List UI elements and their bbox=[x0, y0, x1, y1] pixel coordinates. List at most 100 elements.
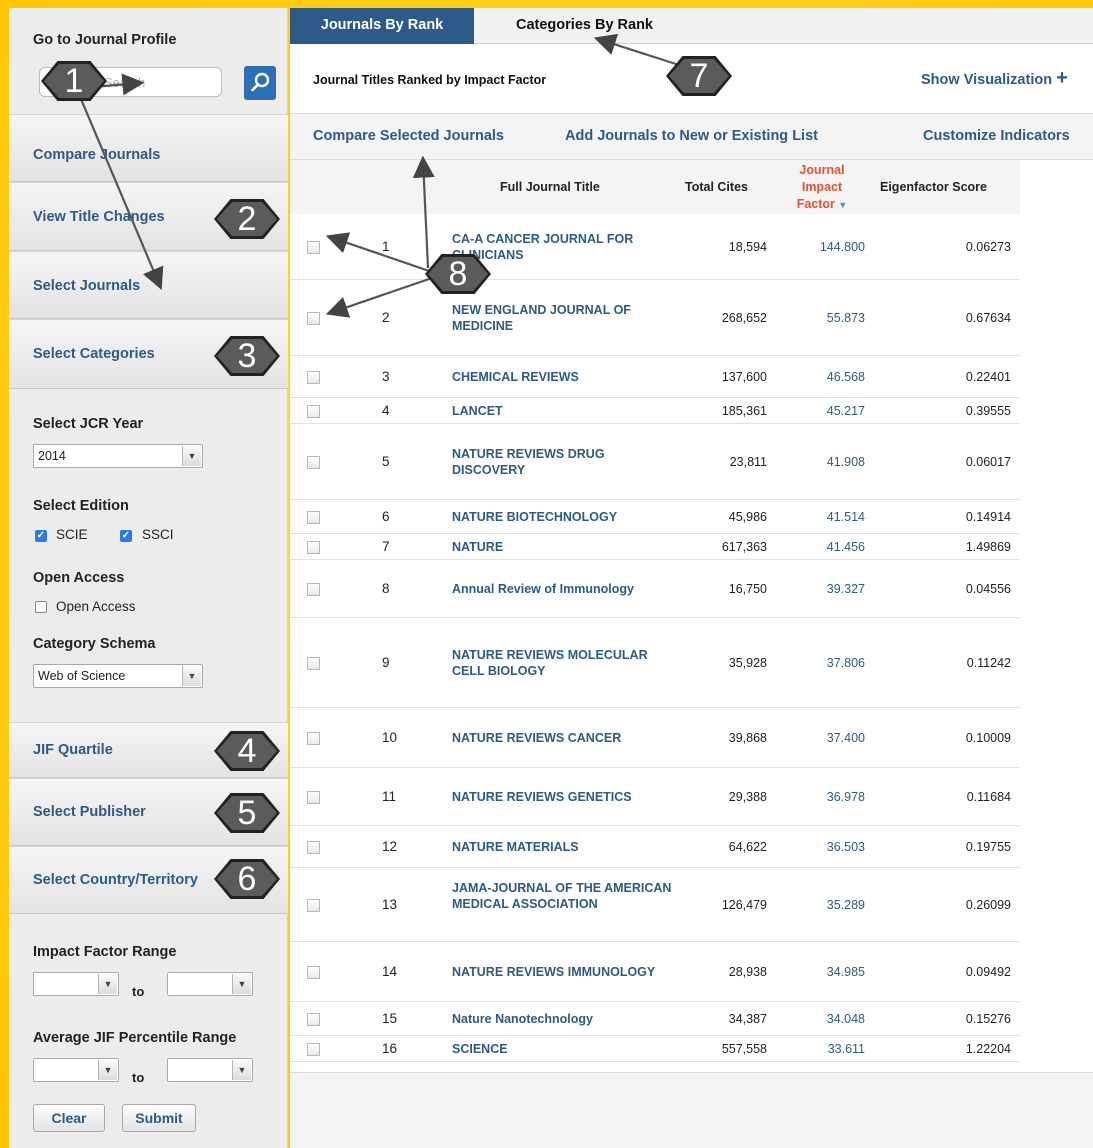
chevron-down-icon: ▼ bbox=[98, 974, 117, 994]
row-checkbox[interactable] bbox=[307, 657, 320, 670]
search-button[interactable] bbox=[244, 66, 276, 100]
row-impact-factor[interactable]: 41.456 bbox=[785, 540, 865, 554]
row-rank: 3 bbox=[382, 369, 390, 384]
impact-range-max-select[interactable]: ▼ bbox=[167, 972, 253, 996]
table-row: 15 Nature Nanotechnology 34,387 34.048 0.152… bbox=[290, 1002, 1020, 1036]
row-checkbox[interactable] bbox=[307, 1043, 320, 1056]
open-access-checkbox[interactable] bbox=[35, 601, 47, 613]
row-journal-title[interactable]: Nature Nanotechnology bbox=[452, 1011, 677, 1027]
row-impact-factor[interactable]: 36.503 bbox=[785, 840, 865, 854]
row-journal-title[interactable]: NATURE REVIEWS GENETICS bbox=[452, 789, 677, 805]
show-visualization-link[interactable]: Show Visualization + bbox=[921, 68, 1068, 88]
row-checkbox[interactable] bbox=[307, 541, 320, 554]
table-row: 5 NATURE REVIEWS DRUG DISCOVERY 23,811 41.9… bbox=[290, 424, 1020, 500]
row-journal-title[interactable]: LANCET bbox=[452, 403, 677, 419]
row-impact-factor[interactable]: 46.568 bbox=[785, 370, 865, 384]
select-categories-link[interactable]: Select Categories bbox=[33, 346, 155, 362]
row-impact-factor[interactable]: 39.327 bbox=[785, 582, 865, 596]
row-rank: 6 bbox=[382, 509, 390, 524]
col-total-cites[interactable]: Total Cites bbox=[685, 180, 748, 194]
scie-checkbox[interactable]: ✓ bbox=[35, 530, 47, 542]
row-impact-factor[interactable]: 34.985 bbox=[785, 965, 865, 979]
percentile-range-min-select[interactable]: ▼ bbox=[33, 1058, 119, 1082]
jcr-year-select[interactable]: 2014 ▼ bbox=[33, 444, 203, 468]
row-impact-factor[interactable]: 41.514 bbox=[785, 510, 865, 524]
row-checkbox[interactable] bbox=[307, 1013, 320, 1026]
compare-journals-link[interactable]: Compare Journals bbox=[33, 147, 160, 163]
row-impact-factor[interactable]: 37.806 bbox=[785, 656, 865, 670]
row-impact-factor[interactable]: 37.400 bbox=[785, 731, 865, 745]
row-checkbox[interactable] bbox=[307, 371, 320, 384]
row-rank: 12 bbox=[382, 839, 398, 854]
submit-button[interactable]: Submit bbox=[122, 1104, 196, 1132]
row-checkbox[interactable] bbox=[307, 511, 320, 524]
row-checkbox[interactable] bbox=[307, 583, 320, 596]
row-checkbox[interactable] bbox=[307, 966, 320, 979]
row-rank: 11 bbox=[382, 789, 397, 804]
add-to-list-button[interactable]: Add Journals to New or Existing List bbox=[565, 128, 818, 144]
row-checkbox[interactable] bbox=[307, 405, 320, 418]
row-journal-title[interactable]: NATURE bbox=[452, 539, 677, 555]
row-eigenfactor: 0.14914 bbox=[965, 510, 1011, 524]
col-eigenfactor[interactable]: Eigenfactor Score bbox=[880, 180, 987, 194]
tab-journals-by-rank[interactable]: Journals By Rank bbox=[290, 8, 474, 44]
impact-range-min-select[interactable]: ▼ bbox=[33, 972, 119, 996]
row-impact-factor[interactable]: 45.217 bbox=[785, 404, 865, 418]
row-journal-title[interactable]: CHEMICAL REVIEWS bbox=[452, 369, 677, 385]
row-eigenfactor: 0.19755 bbox=[965, 840, 1011, 854]
view-title-changes-link[interactable]: View Title Changes bbox=[33, 209, 165, 225]
percentile-range-max-select[interactable]: ▼ bbox=[167, 1058, 253, 1082]
row-eigenfactor: 0.67634 bbox=[965, 311, 1011, 325]
row-total-cites: 185,361 bbox=[721, 404, 767, 418]
jif-quartile-link[interactable]: JIF Quartile bbox=[33, 742, 113, 758]
row-journal-title[interactable]: NATURE REVIEWS CANCER bbox=[452, 730, 677, 746]
row-journal-title[interactable]: NATURE REVIEWS MOLECULAR CELL BIOLOGY bbox=[452, 647, 677, 679]
select-country-link[interactable]: Select Country/Territory bbox=[33, 872, 198, 888]
category-schema-select[interactable]: Web of Science ▼ bbox=[33, 664, 203, 688]
row-impact-factor[interactable]: 33.611 bbox=[785, 1042, 865, 1056]
row-journal-title[interactable]: NATURE BIOTECHNOLOGY bbox=[452, 509, 677, 525]
row-checkbox[interactable] bbox=[307, 791, 320, 804]
col-full-title[interactable]: Full Journal Title bbox=[500, 180, 600, 194]
row-journal-title[interactable]: SCIENCE bbox=[452, 1041, 677, 1057]
row-total-cites: 34,387 bbox=[728, 1012, 767, 1026]
row-impact-factor[interactable]: 35.289 bbox=[785, 898, 865, 912]
row-journal-title[interactable]: JAMA-JOURNAL OF THE AMERICAN MEDICAL ASS… bbox=[452, 880, 677, 912]
row-impact-factor[interactable]: 144.800 bbox=[785, 240, 865, 254]
row-journal-title[interactable]: Annual Review of Immunology bbox=[452, 581, 677, 597]
plus-icon: + bbox=[1056, 67, 1068, 89]
row-checkbox[interactable] bbox=[307, 732, 320, 745]
select-publisher-link[interactable]: Select Publisher bbox=[33, 804, 146, 820]
compare-selected-button[interactable]: Compare Selected Journals bbox=[313, 128, 504, 144]
select-journals-section[interactable]: Select Journals bbox=[9, 251, 288, 319]
row-impact-factor[interactable]: 34.048 bbox=[785, 1012, 865, 1026]
check-icon: ✓ bbox=[121, 530, 131, 541]
compare-journals-section[interactable]: Compare Journals bbox=[9, 114, 288, 182]
row-rank: 16 bbox=[382, 1041, 398, 1056]
row-total-cites: 557,558 bbox=[721, 1042, 767, 1056]
row-impact-factor[interactable]: 55.873 bbox=[785, 311, 865, 325]
table-row: 14 NATURE REVIEWS IMMUNOLOGY 28,938 34.985 0… bbox=[290, 942, 1020, 1002]
row-journal-title[interactable]: NEW ENGLAND JOURNAL OF MEDICINE bbox=[452, 302, 677, 334]
ssci-checkbox[interactable]: ✓ bbox=[120, 530, 132, 542]
row-journal-title[interactable]: NATURE MATERIALS bbox=[452, 839, 677, 855]
row-checkbox[interactable] bbox=[307, 312, 320, 325]
row-checkbox[interactable] bbox=[307, 241, 320, 254]
row-checkbox[interactable] bbox=[307, 841, 320, 854]
table-header: Full Journal Title Total Cites Journal I… bbox=[290, 160, 1020, 214]
tab-categories-by-rank[interactable]: Categories By Rank bbox=[516, 17, 653, 33]
row-journal-title[interactable]: CA-A CANCER JOURNAL FOR CLINICIANS bbox=[452, 231, 677, 263]
clear-button[interactable]: Clear bbox=[33, 1104, 105, 1132]
row-checkbox[interactable] bbox=[307, 456, 320, 469]
customize-indicators-button[interactable]: Customize Indicators bbox=[923, 128, 1070, 144]
row-journal-title[interactable]: NATURE REVIEWS DRUG DISCOVERY bbox=[452, 446, 677, 478]
row-impact-factor[interactable]: 36.978 bbox=[785, 790, 865, 804]
row-total-cites: 126,479 bbox=[721, 898, 767, 912]
check-icon: ✓ bbox=[36, 530, 46, 541]
row-impact-factor[interactable]: 41.908 bbox=[785, 455, 865, 469]
row-checkbox[interactable] bbox=[307, 899, 320, 912]
row-journal-title[interactable]: NATURE REVIEWS IMMUNOLOGY bbox=[452, 964, 677, 980]
select-journals-link[interactable]: Select Journals bbox=[33, 278, 140, 294]
col-journal-impact-factor[interactable]: Journal Impact Factor ▼ bbox=[782, 162, 862, 214]
search-placeholder: Search bbox=[104, 75, 146, 90]
